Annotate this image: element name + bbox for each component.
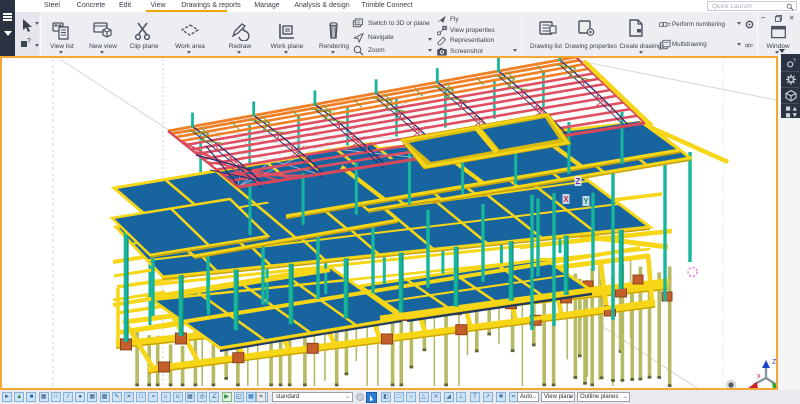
svg-text:Z: Z <box>772 359 776 366</box>
svg-text:Z: Z <box>576 177 581 186</box>
svg-text:X: X <box>563 195 569 204</box>
svg-text:x: x <box>757 373 761 380</box>
svg-text:Y: Y <box>583 197 589 206</box>
svg-text:?: ? <box>793 59 797 65</box>
